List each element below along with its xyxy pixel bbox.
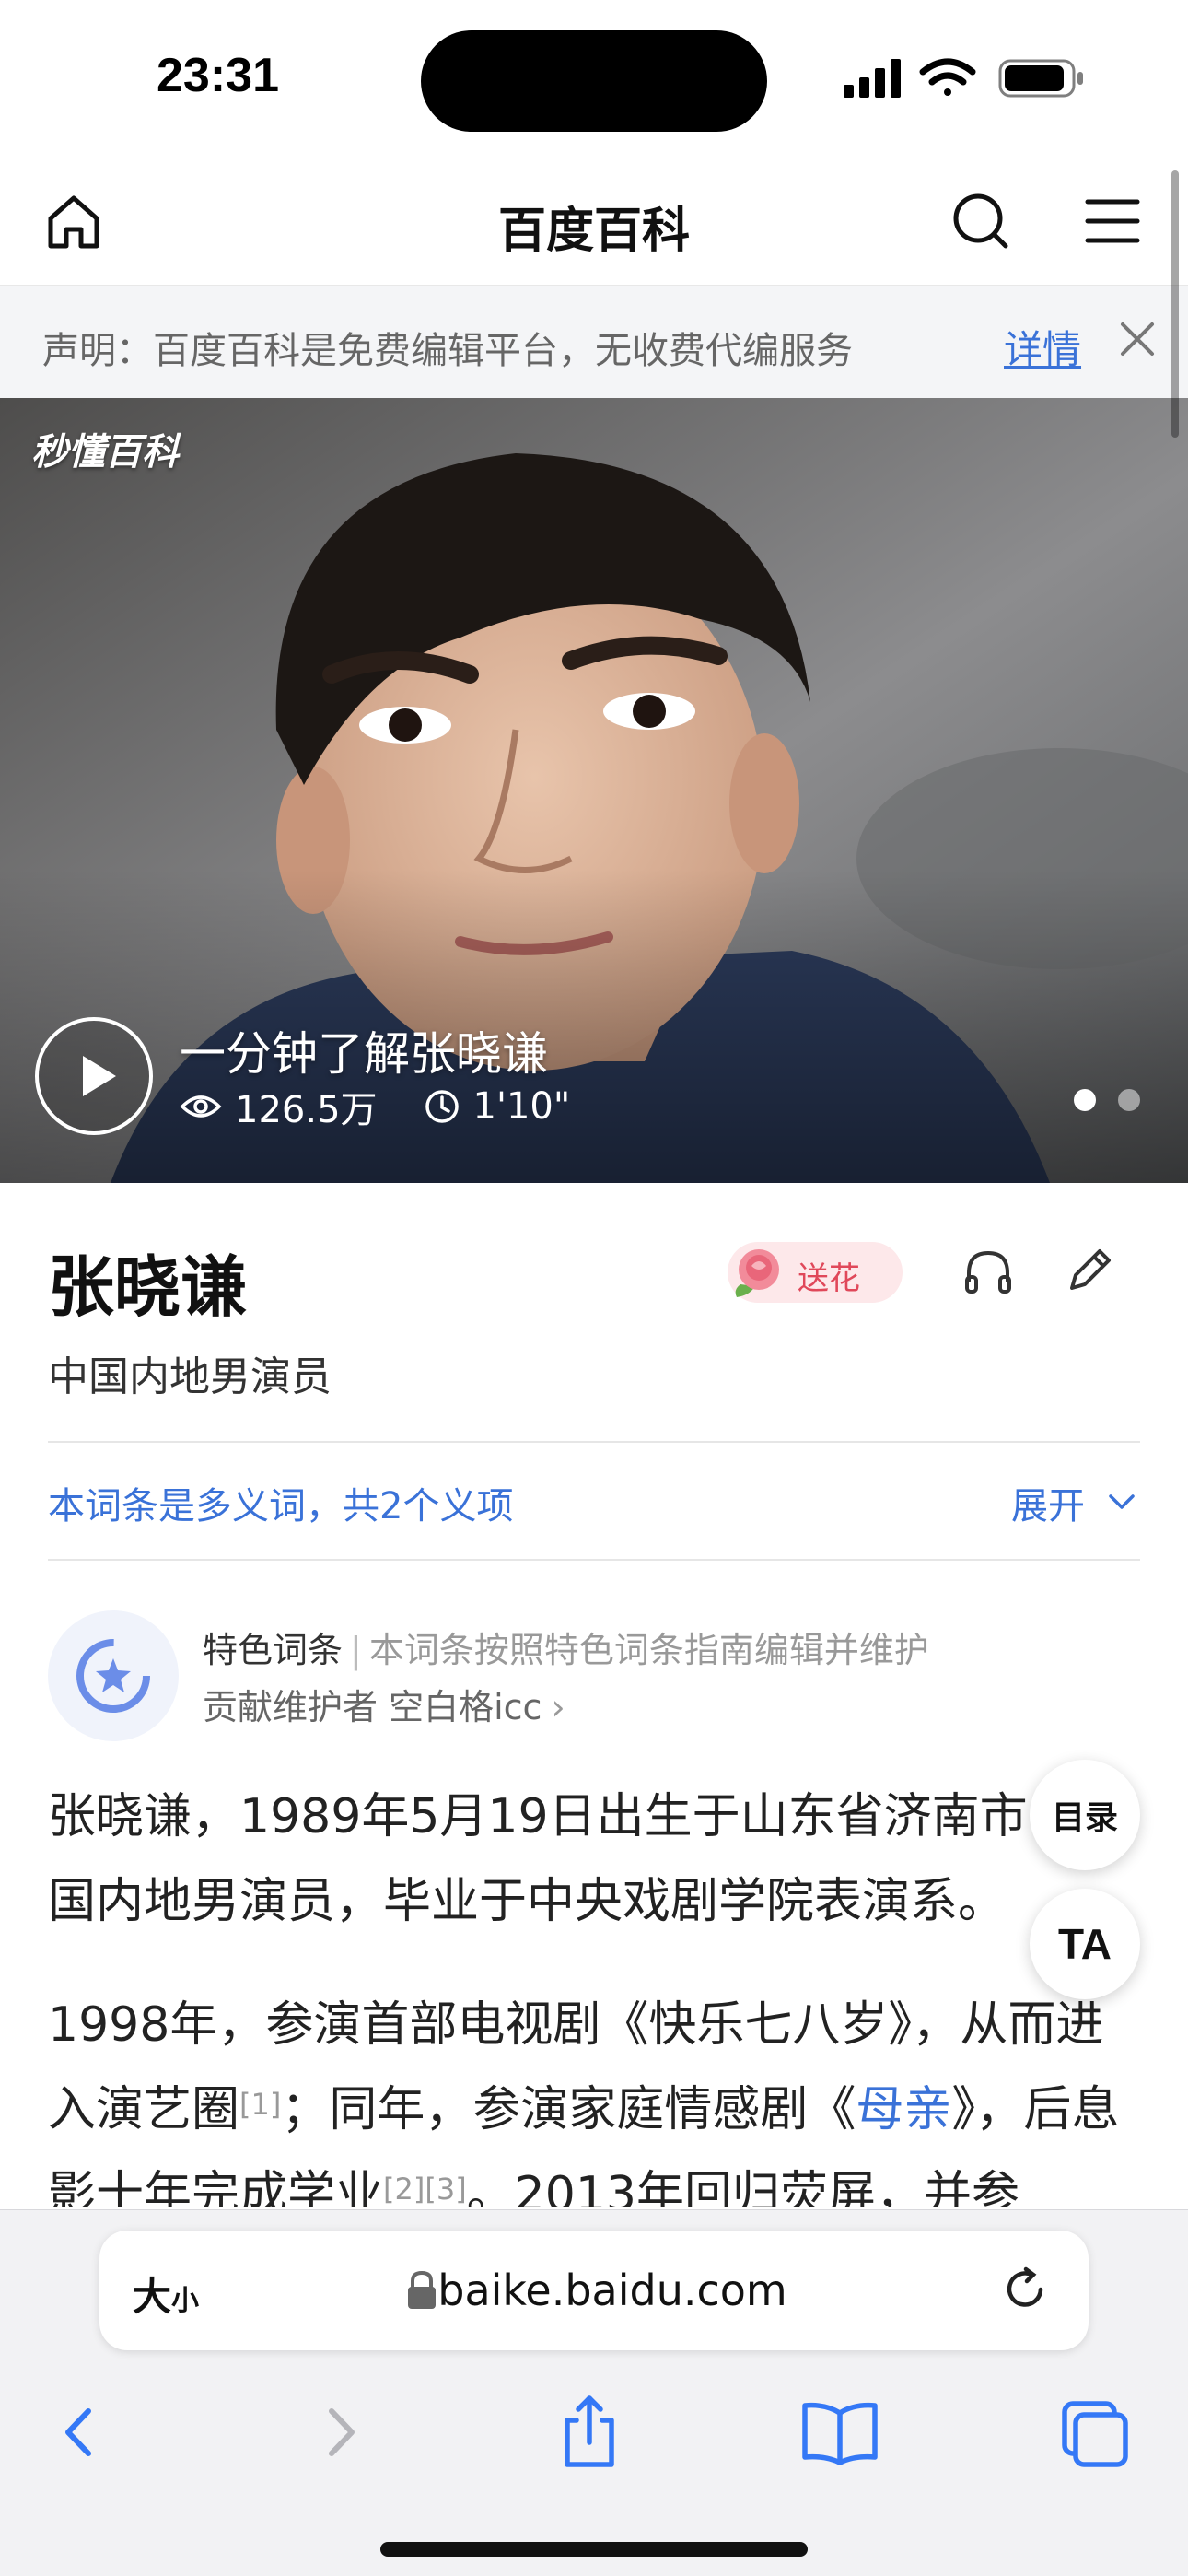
video-title: 一分钟了解张晓谦 bbox=[180, 1027, 548, 1081]
paragraph-text: ；同年，参演家庭情感剧《 bbox=[281, 2082, 856, 2137]
dynamic-island bbox=[421, 30, 767, 132]
close-icon[interactable] bbox=[1110, 311, 1165, 367]
reload-icon[interactable] bbox=[998, 2262, 1054, 2317]
scrollbar[interactable] bbox=[1171, 170, 1179, 438]
divider bbox=[48, 1441, 1140, 1443]
featured-entry-desc: 本词条按照特色词条指南编辑并维护 bbox=[368, 1630, 929, 1670]
divider bbox=[48, 1559, 1140, 1561]
polysemy-row[interactable]: 本词条是多义词，共2个义项 展开 bbox=[48, 1476, 1140, 1528]
reference-mark[interactable]: [1] bbox=[239, 2087, 281, 2122]
home-indicator bbox=[380, 2542, 808, 2557]
chevron-right-icon: › bbox=[551, 1687, 565, 1727]
status-icons bbox=[844, 58, 1083, 98]
maintainer-link[interactable]: 贡献维护者 空白格icc › bbox=[203, 1679, 565, 1729]
summary-paragraph: 张晓谦，1989年5月19日出生于山东省济南市，中国内地男演员，毕业于中央戏剧学… bbox=[48, 1789, 1124, 1929]
url-text: baike.baidu.com bbox=[437, 2266, 787, 2315]
status-time: 23:31 bbox=[157, 49, 279, 102]
wifi-icon bbox=[919, 58, 976, 96]
top-nav-bar: 百度百科 bbox=[0, 157, 1188, 286]
notice-text: 声明：百度百科是免费编辑平台，无收费代编服务 bbox=[42, 330, 853, 372]
browser-toolbar: 大小 baike.baidu.com bbox=[0, 2209, 1188, 2576]
reference-mark[interactable]: [3] bbox=[425, 2172, 466, 2207]
clock-icon bbox=[425, 1090, 459, 1123]
play-button[interactable] bbox=[35, 1017, 153, 1135]
table-of-contents-button[interactable]: 目录 bbox=[1030, 1760, 1140, 1870]
search-icon[interactable] bbox=[944, 184, 1018, 258]
forward-icon[interactable] bbox=[293, 2391, 385, 2474]
menu-icon[interactable] bbox=[1076, 184, 1149, 258]
hero-video[interactable]: 秒懂百科 一分钟了解张晓谦 126.5万 1'10" bbox=[0, 398, 1188, 1183]
notice-banner: 声明：百度百科是免费编辑平台，无收费代编服务 详情 bbox=[0, 286, 1188, 398]
video-meta: 126.5万 1'10" bbox=[180, 1080, 570, 1133]
headphones-icon[interactable] bbox=[958, 1242, 1019, 1303]
entry-subtitle: 中国内地男演员 bbox=[48, 1353, 332, 1400]
back-icon[interactable] bbox=[35, 2391, 127, 2474]
featured-entry-badge bbox=[48, 1610, 179, 1741]
maintainer-text: 贡献维护者 空白格icc bbox=[203, 1687, 542, 1727]
bookmarks-icon[interactable] bbox=[794, 2391, 886, 2474]
font-size-button[interactable]: TA bbox=[1030, 1889, 1140, 1999]
address-bar[interactable]: 大小 baike.baidu.com bbox=[99, 2231, 1089, 2350]
career-paragraph: 1998年，参演首部电视剧《快乐七八岁》，从而进入演艺圈[1]；同年，参演家庭情… bbox=[48, 1983, 1125, 2207]
carousel-dot[interactable] bbox=[1074, 1089, 1096, 1111]
play-icon bbox=[83, 1056, 116, 1096]
reference-mark[interactable]: [2] bbox=[383, 2172, 425, 2207]
cellular-signal-icon bbox=[844, 59, 901, 98]
expand-button[interactable]: 展开 bbox=[1011, 1476, 1085, 1529]
battery-icon bbox=[998, 59, 1083, 98]
send-flower-label: 送花 bbox=[798, 1260, 860, 1297]
view-count: 126.5万 bbox=[235, 1089, 378, 1131]
featured-entry-label: 特色词条 bbox=[203, 1630, 344, 1670]
chevron-down-icon bbox=[1109, 1494, 1135, 1509]
carousel-dots bbox=[1074, 1089, 1140, 1111]
status-bar: 23:31 bbox=[0, 0, 1188, 157]
polysemy-text: 本词条是多义词，共2个义项 bbox=[48, 1485, 514, 1528]
video-duration: 1'10" bbox=[472, 1085, 571, 1128]
carousel-dot[interactable] bbox=[1118, 1089, 1140, 1111]
tabs-icon[interactable] bbox=[1048, 2391, 1140, 2474]
featured-entry-line: 特色词条 | 本词条按照特色词条指南编辑并维护 bbox=[203, 1630, 929, 1670]
rose-icon bbox=[735, 1249, 779, 1297]
eye-icon bbox=[180, 1095, 222, 1118]
entry-title: 张晓谦 bbox=[48, 1248, 248, 1326]
share-icon[interactable] bbox=[543, 2391, 635, 2474]
paragraph-text: 。2013年回归荧屏，并参 bbox=[466, 2167, 1020, 2207]
hero-portrait-image bbox=[0, 398, 1188, 1183]
featured-star-icon bbox=[76, 1639, 150, 1713]
send-flower-button[interactable]: 送花 bbox=[728, 1242, 903, 1303]
mother-drama-link[interactable]: 母亲 bbox=[856, 2082, 951, 2137]
edit-icon[interactable] bbox=[1059, 1240, 1120, 1301]
miaodong-baike-logo: 秒懂百科 bbox=[31, 431, 179, 474]
notice-details-link[interactable]: 详情 bbox=[1004, 319, 1081, 375]
